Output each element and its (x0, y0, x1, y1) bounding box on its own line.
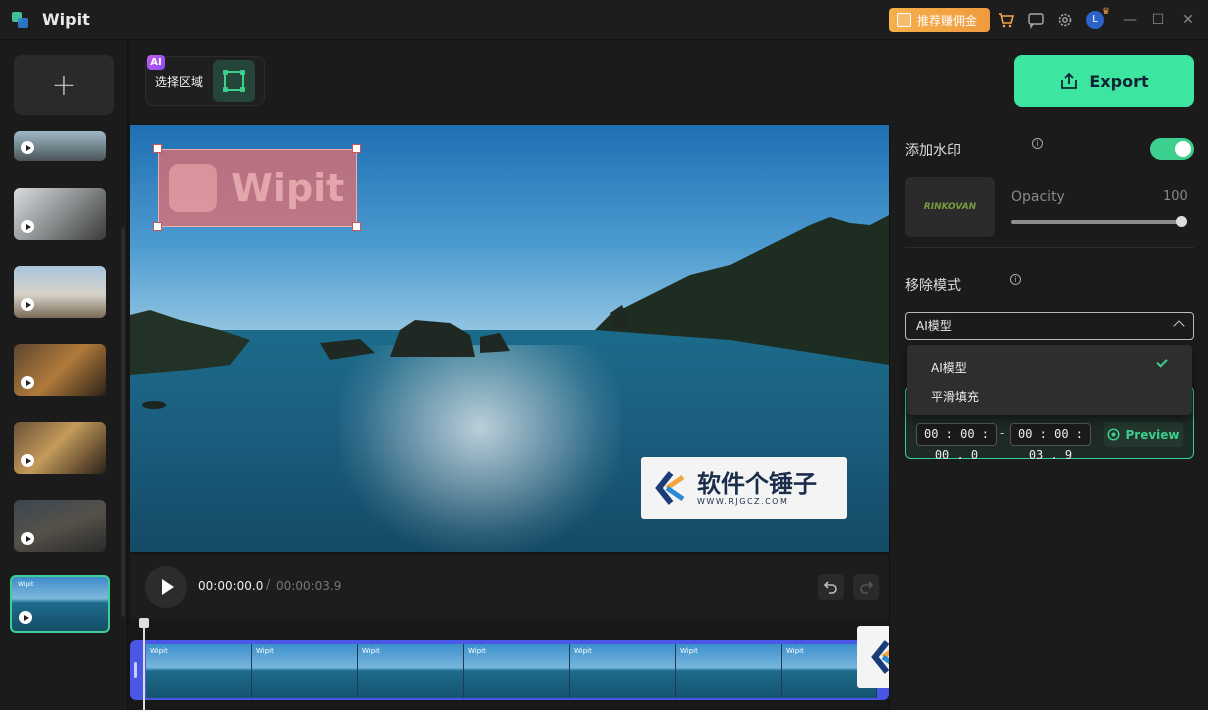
watermark-selection-box[interactable]: Wipit (158, 149, 357, 227)
preview-button[interactable]: Preview (1104, 422, 1183, 447)
site-badge-name: 软件个锤子 (697, 469, 817, 498)
timeline-frame: Wipit (570, 644, 676, 698)
play-icon (21, 454, 34, 467)
export-label: Export (1089, 71, 1149, 91)
export-icon (1061, 72, 1078, 89)
opacity-slider[interactable] (1011, 220, 1183, 224)
site-watermark-badge: 软件个锤子 WWW.RJGCZ.COM (641, 457, 847, 519)
panel-divider (905, 247, 1194, 248)
resize-handle-top-right[interactable] (352, 144, 361, 153)
info-icon[interactable]: i (1032, 138, 1043, 149)
referral-button[interactable]: 推荐赚佣金 (889, 8, 990, 32)
timeline-frame: Wipit (358, 644, 464, 698)
thumb-watermark-label: Wipit (18, 581, 34, 588)
info-icon[interactable]: i (1010, 274, 1021, 285)
range-end-field[interactable]: 00 : 00 : 03 . 9 (1010, 423, 1091, 462)
clip-thumbnail[interactable] (14, 344, 106, 396)
app-logo-icon (12, 12, 28, 28)
total-time: 00:00:03.9 (276, 579, 342, 593)
play-icon (21, 298, 34, 311)
eye-icon (1107, 428, 1121, 441)
timeline-frame: Wipit (464, 644, 570, 698)
range-dash: - (1000, 426, 1005, 440)
feedback-icon[interactable] (1026, 10, 1046, 30)
export-button[interactable]: Export (1014, 55, 1194, 107)
play-icon (21, 376, 34, 389)
selection-frame-icon (223, 70, 245, 92)
clip-thumbnail-active[interactable]: Wipit (10, 575, 110, 633)
clip-thumbnail[interactable] (14, 422, 106, 474)
preview-label: Preview (1125, 427, 1180, 442)
play-button[interactable] (145, 566, 187, 608)
resize-handle-bottom-left[interactable] (153, 222, 162, 231)
select-area-button[interactable] (213, 60, 255, 102)
watermark-logo-icon (169, 164, 217, 212)
timeline-track[interactable]: Wipit Wipit Wipit Wipit Wipit Wipit Wipi… (130, 640, 889, 700)
avatar-icon[interactable]: L ♛ (1085, 7, 1110, 30)
remove-mode-label: 移除模式 (905, 278, 961, 294)
playhead-knob[interactable] (139, 618, 149, 628)
maximize-button[interactable]: ☐ (1148, 10, 1168, 30)
minimize-button[interactable]: — (1120, 10, 1140, 30)
chevron-up-icon (1173, 320, 1185, 332)
watermark-image-thumbnail[interactable]: RINKOVAN (905, 177, 995, 237)
add-watermark-label: 添加水印 (905, 143, 961, 159)
play-icon (21, 220, 34, 233)
timeline-frame: Wipit (252, 644, 358, 698)
dropdown-option-smooth-fill[interactable]: 平滑填充 (931, 388, 979, 405)
site-badge-url: WWW.RJGCZ.COM (697, 496, 789, 506)
check-icon (1156, 356, 1168, 368)
time-separator: / (266, 578, 271, 593)
current-time: 00:00:00.0 (198, 579, 264, 593)
redo-button[interactable] (853, 574, 879, 600)
redo-icon (860, 581, 874, 594)
play-icon (21, 532, 34, 545)
dropdown-option-ai-model[interactable]: AI模型 (931, 359, 967, 376)
undo-icon (823, 581, 837, 594)
play-icon (19, 611, 32, 624)
clip-thumbnail[interactable] (14, 188, 106, 240)
opacity-slider-knob[interactable] (1176, 216, 1187, 227)
site-logo-icon (655, 471, 685, 505)
gift-icon (897, 13, 911, 27)
opacity-value: 100 (1163, 189, 1188, 204)
clip-thumbnail[interactable] (14, 131, 106, 161)
remove-mode-dropdown: AI模型 平滑填充 (907, 345, 1192, 415)
avatar-letter: L (1092, 14, 1098, 25)
cart-icon[interactable] (996, 10, 1016, 30)
opacity-label: Opacity (1011, 189, 1065, 205)
video-preview[interactable]: Wipit 软件个锤子 WWW.RJGCZ.COM (130, 125, 889, 552)
add-video-button[interactable]: + (14, 55, 114, 115)
remove-mode-selected: AI模型 (916, 319, 952, 333)
close-button[interactable]: ✕ (1178, 10, 1198, 30)
timeline-frame: Wipit (146, 644, 252, 698)
clip-thumbnail[interactable] (14, 500, 106, 552)
sidebar-scrollbar[interactable] (121, 227, 125, 617)
clip-thumbnail[interactable] (14, 266, 106, 318)
add-watermark-toggle[interactable] (1150, 138, 1194, 160)
playhead[interactable] (143, 619, 145, 710)
crown-icon: ♛ (1101, 7, 1110, 17)
range-start-field[interactable]: 00 : 00 : 00 . 0 (916, 423, 997, 462)
timeline-frame: Wipit (676, 644, 782, 698)
undo-button[interactable] (818, 574, 844, 600)
title-bar: Wipit 推荐赚佣金 L ♛ — ☐ ✕ (0, 0, 1208, 40)
watermark-text: Wipit (231, 166, 345, 210)
track-left-handle[interactable] (134, 662, 137, 678)
remove-mode-select[interactable]: AI模型 (905, 312, 1194, 340)
referral-label: 推荐赚佣金 (917, 13, 978, 28)
resize-handle-top-left[interactable] (153, 144, 162, 153)
ai-badge: AI (147, 55, 165, 70)
play-icon (21, 141, 34, 154)
settings-icon[interactable] (1055, 10, 1075, 30)
resize-handle-bottom-right[interactable] (352, 222, 361, 231)
app-name: Wipit (42, 10, 90, 29)
select-area-label: 选择区域 (155, 75, 204, 89)
